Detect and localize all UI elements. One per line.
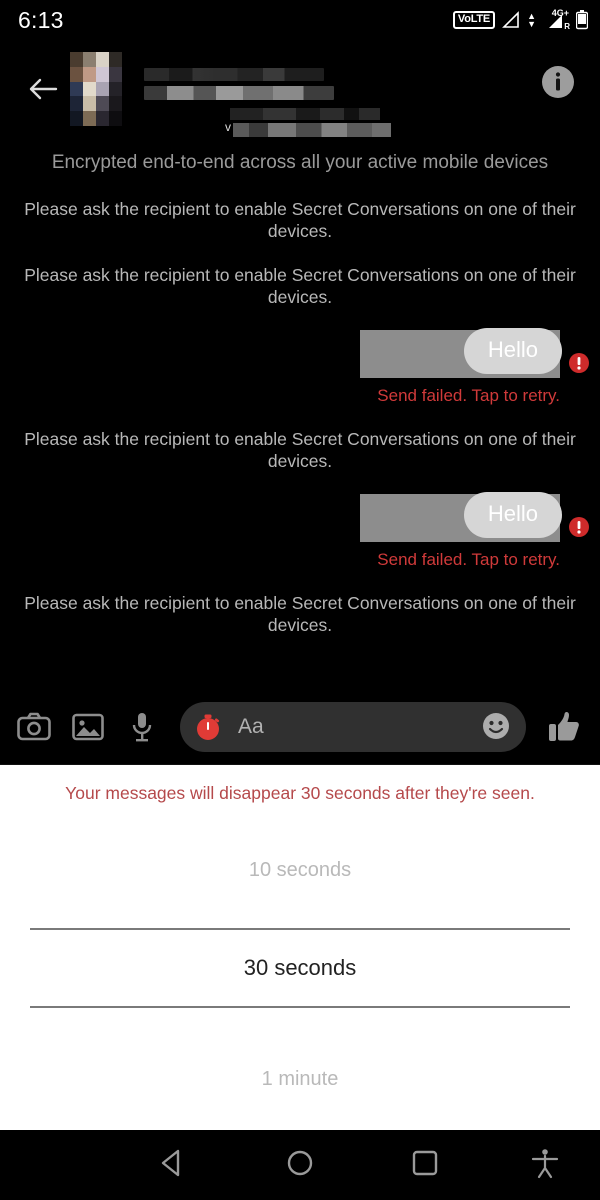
subtitle-redact-line-2 <box>233 123 391 137</box>
data-arrows-icon: ▲ ▼ <box>527 11 536 29</box>
picker-option-10-seconds[interactable]: 10 seconds <box>0 804 600 882</box>
contact-name-redacted <box>144 68 324 81</box>
nav-back-icon[interactable] <box>155 1146 189 1185</box>
back-arrow-icon[interactable] <box>20 66 66 112</box>
system-message: Please ask the recipient to enable Secre… <box>24 265 576 307</box>
roaming-label: R <box>564 22 570 31</box>
message-composer: Aa <box>0 690 600 765</box>
contact-name-redacted-second-line <box>144 86 334 100</box>
message-bubble[interactable]: Hello <box>463 492 562 538</box>
message-thread[interactable]: Encrypted end-to-end across all your act… <box>0 142 600 690</box>
outgoing-message-row[interactable]: Hello <box>0 328 600 380</box>
microphone-icon[interactable] <box>120 705 164 749</box>
battery-icon <box>576 10 588 30</box>
gallery-icon[interactable] <box>66 705 110 749</box>
thumbs-up-icon[interactable] <box>542 704 588 750</box>
camera-icon[interactable] <box>12 705 56 749</box>
contact-title-block[interactable] <box>144 68 540 105</box>
picker-option-30-seconds[interactable]: 30 seconds <box>0 930 600 1006</box>
send-failed-status[interactable]: Send failed. Tap to retry. <box>0 550 600 570</box>
info-icon[interactable] <box>540 64 584 108</box>
message-bubble[interactable]: Hello <box>463 328 562 374</box>
signal-triangle-icon <box>502 11 520 29</box>
error-exclamation-icon[interactable] <box>568 516 590 543</box>
nav-home-icon[interactable] <box>283 1146 317 1185</box>
encryption-note-text: Encrypted end-to-end across all your act… <box>51 152 549 173</box>
picker-option-1-minute[interactable]: 1 minute <box>0 1008 600 1091</box>
network-plus-label: + <box>563 8 569 18</box>
disappearing-timer-icon[interactable] <box>190 709 226 745</box>
status-bar: 6:13 VoLTE ▲ ▼ 4G+ R <box>0 0 600 40</box>
android-nav-bar <box>0 1130 600 1200</box>
subtitle-redact-line-1 <box>230 108 380 120</box>
message-input-pill[interactable]: Aa <box>180 702 526 752</box>
subtitle-partial-glyph: v <box>225 120 231 134</box>
encryption-note: Encrypted end-to-end across all your act… <box>0 142 600 176</box>
phone-screen: 6:13 VoLTE ▲ ▼ 4G+ R v Encrypted end-to-… <box>0 0 600 1200</box>
picker-warning-text: Your messages will disappear 30 seconds … <box>65 783 535 803</box>
system-message: Please ask the recipient to enable Secre… <box>24 199 576 241</box>
disappearing-messages-picker[interactable]: Your messages will disappear 30 seconds … <box>0 765 600 1130</box>
signal-4g-icon: 4G+ R <box>543 8 570 31</box>
message-input-placeholder[interactable]: Aa <box>238 715 480 739</box>
send-failed-status[interactable]: Send failed. Tap to retry. <box>0 386 600 406</box>
outgoing-message-row[interactable]: Hello <box>0 492 600 544</box>
system-message: Please ask the recipient to enable Secre… <box>24 429 576 471</box>
status-bar-icons: VoLTE ▲ ▼ 4G+ R <box>452 8 588 31</box>
volte-badge: VoLTE <box>452 11 496 29</box>
network-type-label: 4G <box>551 8 564 18</box>
nav-recents-icon[interactable] <box>408 1146 442 1185</box>
error-exclamation-icon[interactable] <box>568 352 590 379</box>
emoji-smiley-icon[interactable] <box>480 710 514 744</box>
system-message: Please ask the recipient to enable Secre… <box>24 593 576 635</box>
status-bar-clock: 6:13 <box>18 6 64 33</box>
contact-subtitle-redacted <box>0 108 600 142</box>
nav-accessibility-icon[interactable] <box>528 1146 562 1185</box>
